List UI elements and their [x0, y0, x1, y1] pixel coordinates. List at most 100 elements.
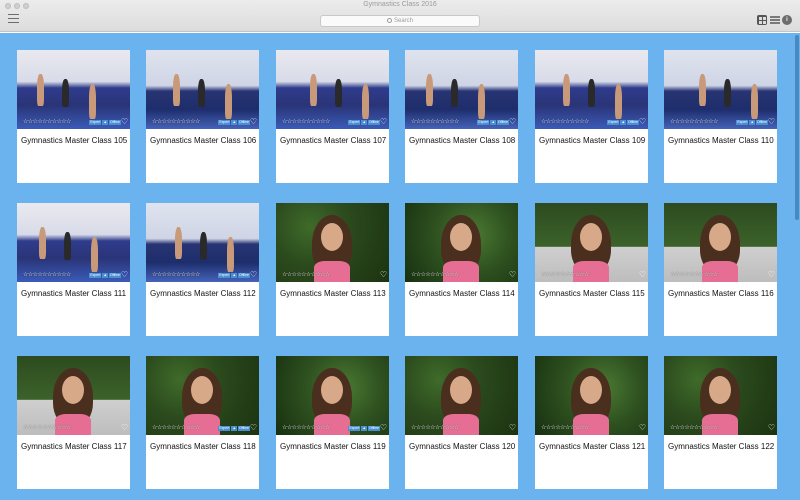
video-card[interactable]: ☆☆☆☆☆☆☆☆☆☆ Expert ▲ Offline ♡ Gymnastics Mast… — [276, 50, 389, 183]
video-card[interactable]: ☆☆☆☆☆☆☆☆☆☆ Expert ▲ Offline ♡ Gymnastics Mast… — [146, 203, 259, 336]
video-title: Gymnastics Master Class 116 — [668, 289, 774, 298]
video-card[interactable]: ☆☆☆☆☆☆☆☆☆☆ Expert ▲ Offline ♡ Gymnastics Mast… — [17, 203, 130, 336]
video-thumbnail[interactable]: ☆☆☆☆☆☆☆☆☆☆ Expert ▲ Offline ♡ — [146, 356, 259, 435]
video-title: Gymnastics Master Class 114 — [409, 289, 515, 298]
gymnast-figure — [225, 84, 232, 119]
favorite-heart-icon[interactable]: ♡ — [509, 271, 516, 279]
tag-group: Expert ▲ Offline — [218, 273, 250, 278]
video-thumbnail[interactable]: ☆☆☆☆☆☆☆☆☆☆ Expert ▲ Offline ♡ — [146, 203, 259, 282]
favorite-heart-icon[interactable]: ♡ — [768, 118, 775, 126]
video-thumbnail[interactable]: ☆☆☆☆☆☆☆☆☆☆ ♡ — [664, 356, 777, 435]
search-input[interactable]: Search — [320, 15, 480, 27]
hamburger-menu-icon[interactable] — [8, 14, 19, 23]
favorite-heart-icon[interactable]: ♡ — [250, 271, 257, 279]
rating-stars[interactable]: ☆☆☆☆☆☆☆☆☆☆ — [23, 271, 71, 278]
video-card[interactable]: ☆☆☆☆☆☆☆☆☆☆ ♡ Gymnastics Master Class 121 — [535, 356, 648, 489]
video-card[interactable]: ☆☆☆☆☆☆☆☆☆☆ ♡ Gymnastics Master Class 122 — [664, 356, 777, 489]
favorite-heart-icon[interactable]: ♡ — [380, 118, 387, 126]
rating-stars[interactable]: ☆☆☆☆☆☆☆☆☆☆ — [541, 271, 589, 278]
video-card[interactable]: ☆☆☆☆☆☆☆☆☆☆ ♡ Gymnastics Master Class 117 — [17, 356, 130, 489]
info-icon[interactable]: i — [782, 15, 792, 25]
favorite-heart-icon[interactable]: ♡ — [639, 118, 646, 126]
instructor-face — [709, 376, 731, 404]
rating-stars[interactable]: ☆☆☆☆☆☆☆☆☆☆ — [282, 271, 330, 278]
video-thumbnail[interactable]: ☆☆☆☆☆☆☆☆☆☆ Expert ▲ Offline ♡ — [276, 356, 389, 435]
video-card[interactable]: ☆☆☆☆☆☆☆☆☆☆ ♡ Gymnastics Master Class 114 — [405, 203, 518, 336]
rating-stars[interactable]: ☆☆☆☆☆☆☆☆☆☆ — [282, 118, 330, 125]
gymnast-figure — [227, 237, 234, 272]
favorite-heart-icon[interactable]: ♡ — [768, 424, 775, 432]
video-thumbnail[interactable]: ☆☆☆☆☆☆☆☆☆☆ ♡ — [535, 203, 648, 282]
rating-stars[interactable]: ☆☆☆☆☆☆☆☆☆☆ — [23, 424, 71, 431]
video-thumbnail[interactable]: ☆☆☆☆☆☆☆☆☆☆ Expert ▲ Offline ♡ — [664, 50, 777, 129]
tag-badge: Offline — [237, 120, 250, 125]
video-title: Gymnastics Master Class 109 — [539, 136, 646, 145]
favorite-heart-icon[interactable]: ♡ — [380, 271, 387, 279]
video-thumbnail[interactable]: ☆☆☆☆☆☆☆☆☆☆ Expert ▲ Offline ♡ — [535, 50, 648, 129]
favorite-heart-icon[interactable]: ♡ — [121, 424, 128, 432]
favorite-heart-icon[interactable]: ♡ — [121, 271, 128, 279]
tag-badge: Expert — [477, 120, 490, 125]
favorite-heart-icon[interactable]: ♡ — [380, 424, 387, 432]
instructor-face — [191, 376, 213, 404]
favorite-heart-icon[interactable]: ♡ — [509, 424, 516, 432]
favorite-heart-icon[interactable]: ♡ — [121, 118, 128, 126]
gymnast-figure — [39, 227, 46, 259]
instructor-face — [321, 223, 343, 251]
video-card[interactable]: ☆☆☆☆☆☆☆☆☆☆ Expert ▲ Offline ♡ Gymnastics Mast… — [535, 50, 648, 183]
favorite-heart-icon[interactable]: ♡ — [639, 271, 646, 279]
gymnast-figure — [37, 74, 44, 106]
video-thumbnail[interactable]: ☆☆☆☆☆☆☆☆☆☆ Expert ▲ Offline ♡ — [146, 50, 259, 129]
list-view-icon[interactable] — [770, 15, 780, 25]
video-card[interactable]: ☆☆☆☆☆☆☆☆☆☆ Expert ▲ Offline ♡ Gymnastics Mast… — [146, 356, 259, 489]
window-title: Gymnastics Class 2016 — [363, 1, 437, 8]
rating-stars[interactable]: ☆☆☆☆☆☆☆☆☆☆ — [152, 424, 200, 431]
video-card[interactable]: ☆☆☆☆☆☆☆☆☆☆ Expert ▲ Offline ♡ Gymnastics Mast… — [146, 50, 259, 183]
video-thumbnail[interactable]: ☆☆☆☆☆☆☆☆☆☆ Expert ▲ Offline ♡ — [17, 50, 130, 129]
video-title: Gymnastics Master Class 118 — [150, 442, 256, 451]
rating-stars[interactable]: ☆☆☆☆☆☆☆☆☆☆ — [152, 271, 200, 278]
video-thumbnail[interactable]: ☆☆☆☆☆☆☆☆☆☆ ♡ — [17, 356, 130, 435]
video-thumbnail[interactable]: ☆☆☆☆☆☆☆☆☆☆ ♡ — [405, 203, 518, 282]
favorite-heart-icon[interactable]: ♡ — [768, 271, 775, 279]
tag-badge: Offline — [237, 426, 250, 431]
rating-stars[interactable]: ☆☆☆☆☆☆☆☆☆☆ — [541, 424, 589, 431]
favorite-heart-icon[interactable]: ♡ — [250, 424, 257, 432]
video-card[interactable]: ☆☆☆☆☆☆☆☆☆☆ ♡ Gymnastics Master Class 116 — [664, 203, 777, 336]
video-thumbnail[interactable]: ☆☆☆☆☆☆☆☆☆☆ Expert ▲ Offline ♡ — [276, 50, 389, 129]
favorite-heart-icon[interactable]: ♡ — [250, 118, 257, 126]
video-thumbnail[interactable]: ☆☆☆☆☆☆☆☆☆☆ ♡ — [664, 203, 777, 282]
rating-stars[interactable]: ☆☆☆☆☆☆☆☆☆☆ — [670, 271, 718, 278]
video-thumbnail[interactable]: ☆☆☆☆☆☆☆☆☆☆ ♡ — [405, 356, 518, 435]
rating-stars[interactable]: ☆☆☆☆☆☆☆☆☆☆ — [152, 118, 200, 125]
grid-view-icon[interactable] — [757, 15, 767, 25]
tag-badge: ▲ — [361, 426, 367, 431]
rating-stars[interactable]: ☆☆☆☆☆☆☆☆☆☆ — [411, 271, 459, 278]
video-thumbnail[interactable]: ☆☆☆☆☆☆☆☆☆☆ Expert ▲ Offline ♡ — [405, 50, 518, 129]
rating-stars[interactable]: ☆☆☆☆☆☆☆☆☆☆ — [670, 424, 718, 431]
favorite-heart-icon[interactable]: ♡ — [509, 118, 516, 126]
rating-stars[interactable]: ☆☆☆☆☆☆☆☆☆☆ — [23, 118, 71, 125]
gymnast-figure — [175, 227, 182, 259]
video-card[interactable]: ☆☆☆☆☆☆☆☆☆☆ ♡ Gymnastics Master Class 120 — [405, 356, 518, 489]
video-thumbnail[interactable]: ☆☆☆☆☆☆☆☆☆☆ ♡ — [276, 203, 389, 282]
video-card[interactable]: ☆☆☆☆☆☆☆☆☆☆ Expert ▲ Offline ♡ Gymnastics Mast… — [405, 50, 518, 183]
video-card[interactable]: ☆☆☆☆☆☆☆☆☆☆ Expert ▲ Offline ♡ Gymnastics Mast… — [17, 50, 130, 183]
favorite-heart-icon[interactable]: ♡ — [639, 424, 646, 432]
video-card[interactable]: ☆☆☆☆☆☆☆☆☆☆ ♡ Gymnastics Master Class 113 — [276, 203, 389, 336]
rating-stars[interactable]: ☆☆☆☆☆☆☆☆☆☆ — [282, 424, 330, 431]
tag-badge: Expert — [218, 426, 231, 431]
gymnast-figure — [173, 74, 180, 106]
video-thumbnail[interactable]: ☆☆☆☆☆☆☆☆☆☆ Expert ▲ Offline ♡ — [17, 203, 130, 282]
tag-group: Expert ▲ Offline — [348, 120, 380, 125]
rating-stars[interactable]: ☆☆☆☆☆☆☆☆☆☆ — [670, 118, 718, 125]
video-card[interactable]: ☆☆☆☆☆☆☆☆☆☆ ♡ Gymnastics Master Class 115 — [535, 203, 648, 336]
video-thumbnail[interactable]: ☆☆☆☆☆☆☆☆☆☆ ♡ — [535, 356, 648, 435]
scrollbar[interactable] — [795, 35, 799, 220]
video-card[interactable]: ☆☆☆☆☆☆☆☆☆☆ Expert ▲ Offline ♡ Gymnastics Mast… — [664, 50, 777, 183]
rating-stars[interactable]: ☆☆☆☆☆☆☆☆☆☆ — [541, 118, 589, 125]
video-card[interactable]: ☆☆☆☆☆☆☆☆☆☆ Expert ▲ Offline ♡ Gymnastics Mast… — [276, 356, 389, 489]
tag-badge: ▲ — [231, 120, 237, 125]
rating-stars[interactable]: ☆☆☆☆☆☆☆☆☆☆ — [411, 424, 459, 431]
rating-stars[interactable]: ☆☆☆☆☆☆☆☆☆☆ — [411, 118, 459, 125]
